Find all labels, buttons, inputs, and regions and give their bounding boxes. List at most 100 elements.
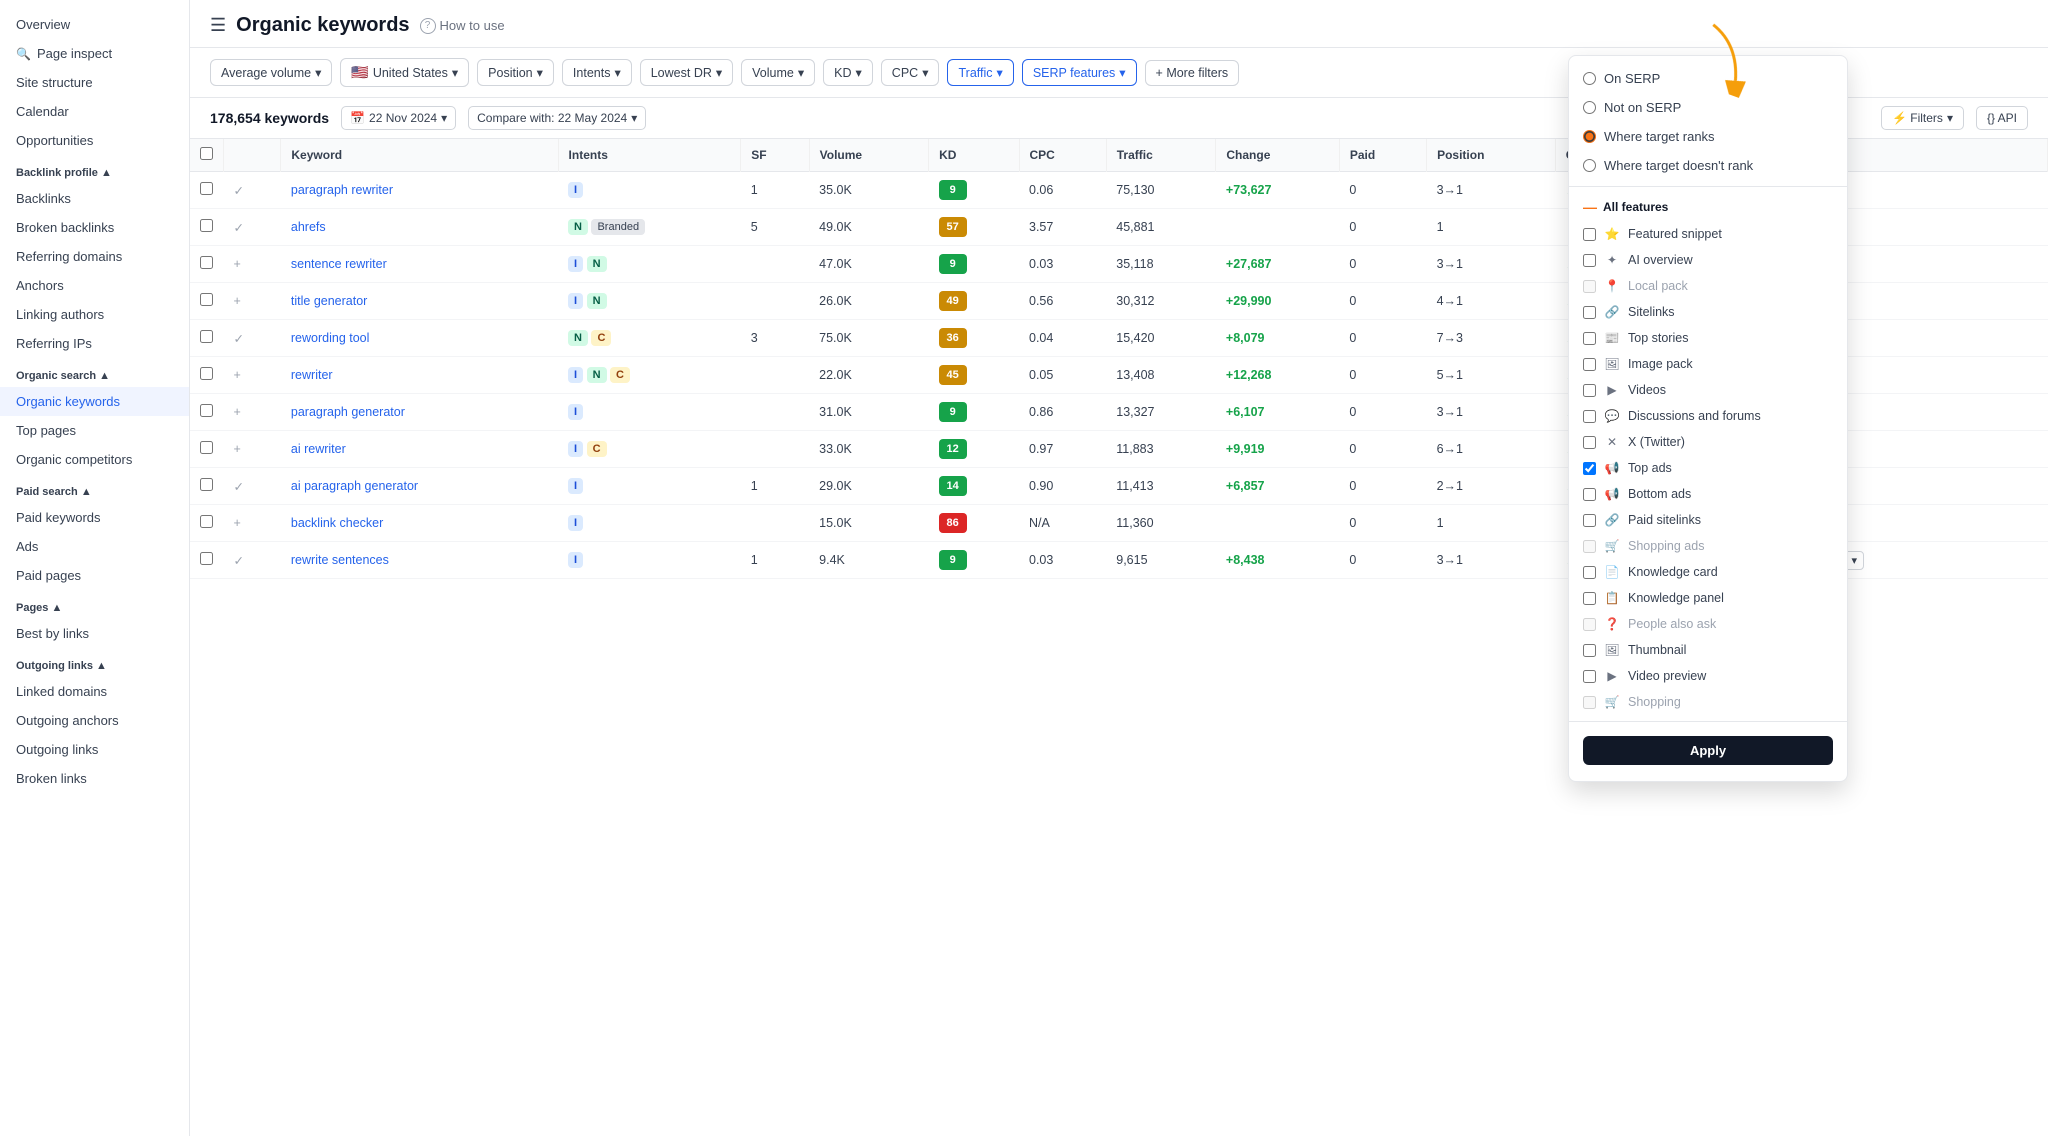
feature-checkbox[interactable] xyxy=(1583,670,1596,683)
sidebar-item-broken-backlinks[interactable]: Broken backlinks xyxy=(0,213,189,242)
row-checkbox[interactable] xyxy=(200,219,213,232)
row-checkbox[interactable] xyxy=(200,478,213,491)
column-header-checkbox[interactable] xyxy=(224,139,281,172)
sidebar-item-opportunities[interactable]: Opportunities xyxy=(0,126,189,155)
serp-features-filter[interactable]: SERP features ▾ xyxy=(1022,59,1137,86)
keyword-link[interactable]: paragraph rewriter xyxy=(291,183,393,197)
sidebar-item-referring-ips[interactable]: Referring IPs xyxy=(0,329,189,358)
feature-checkbox[interactable] xyxy=(1583,358,1596,371)
feature-item-videos[interactable]: ▶Videos xyxy=(1569,377,1847,403)
country-filter[interactable]: 🇺🇸 United States ▾ xyxy=(340,58,469,87)
keyword-link[interactable]: ai rewriter xyxy=(291,442,346,456)
sidebar-item-anchors[interactable]: Anchors xyxy=(0,271,189,300)
column-header-Volume[interactable]: Volume xyxy=(809,139,928,172)
row-checkbox[interactable] xyxy=(200,256,213,269)
column-header-Traffic[interactable]: Traffic xyxy=(1106,139,1216,172)
traffic-filter[interactable]: Traffic ▾ xyxy=(947,59,1013,86)
sidebar-item-outgoing-links-item[interactable]: Outgoing links xyxy=(0,735,189,764)
keyword-link[interactable]: title generator xyxy=(291,294,367,308)
row-checkbox[interactable] xyxy=(200,330,213,343)
more-filters-button[interactable]: + More filters xyxy=(1145,60,1240,86)
radio-option-on_serp[interactable]: On SERP xyxy=(1569,64,1847,93)
radio-input-not_on_serp[interactable] xyxy=(1583,101,1596,114)
avg-volume-filter[interactable]: Average volume ▾ xyxy=(210,59,332,86)
row-checkbox[interactable] xyxy=(200,367,213,380)
sidebar-section-paid-search[interactable]: Paid search ▲ xyxy=(0,474,189,503)
radio-option-where_target_doesnt_rank[interactable]: Where target doesn't rank xyxy=(1569,151,1847,180)
feature-item-top-ads[interactable]: 📢Top ads xyxy=(1569,455,1847,481)
radio-input-where_target_doesnt_rank[interactable] xyxy=(1583,159,1596,172)
sidebar-section-organic-search[interactable]: Organic search ▲ xyxy=(0,358,189,387)
row-checkbox[interactable] xyxy=(200,515,213,528)
position-filter[interactable]: Position ▾ xyxy=(477,59,554,86)
feature-item-discussions-and-forums[interactable]: 💬Discussions and forums xyxy=(1569,403,1847,429)
feature-checkbox[interactable] xyxy=(1583,566,1596,579)
feature-item-knowledge-card[interactable]: 📄Knowledge card xyxy=(1569,559,1847,585)
keyword-link[interactable]: paragraph generator xyxy=(291,405,405,419)
feature-item-featured-snippet[interactable]: ⭐Featured snippet xyxy=(1569,221,1847,247)
sidebar-item-page-inspect[interactable]: 🔍Page inspect xyxy=(0,39,189,68)
sidebar-section-outgoing-links[interactable]: Outgoing links ▲ xyxy=(0,648,189,677)
date-filter[interactable]: 📅 22 Nov 2024 ▾ xyxy=(341,106,456,130)
keyword-link[interactable]: ahrefs xyxy=(291,220,326,234)
feature-checkbox[interactable] xyxy=(1583,254,1596,267)
sidebar-item-backlinks[interactable]: Backlinks xyxy=(0,184,189,213)
api-button[interactable]: {} API xyxy=(1976,106,2028,130)
feature-item-thumbnail[interactable]: 🖼Thumbnail xyxy=(1569,637,1847,663)
sidebar-section-pages[interactable]: Pages ▲ xyxy=(0,590,189,619)
feature-checkbox[interactable] xyxy=(1583,436,1596,449)
sidebar-item-outgoing-anchors[interactable]: Outgoing anchors xyxy=(0,706,189,735)
feature-checkbox[interactable] xyxy=(1583,410,1596,423)
lowest-dr-filter[interactable]: Lowest DR ▾ xyxy=(640,59,733,86)
keyword-link[interactable]: rewording tool xyxy=(291,331,370,345)
column-header-KD[interactable]: KD xyxy=(929,139,1019,172)
sidebar-item-overview[interactable]: Overview xyxy=(0,10,189,39)
feature-item-top-stories[interactable]: 📰Top stories xyxy=(1569,325,1847,351)
column-header-SF[interactable]: SF xyxy=(741,139,809,172)
how-to-use-link[interactable]: ? How to use xyxy=(420,18,505,34)
sidebar-item-site-structure[interactable]: Site structure xyxy=(0,68,189,97)
feature-item-ai-overview[interactable]: ✦AI overview xyxy=(1569,247,1847,273)
cpc-filter[interactable]: CPC ▾ xyxy=(881,59,940,86)
keyword-link[interactable]: rewriter xyxy=(291,368,333,382)
row-checkbox[interactable] xyxy=(200,441,213,454)
volume-filter[interactable]: Volume ▾ xyxy=(741,59,815,86)
row-checkbox[interactable] xyxy=(200,293,213,306)
column-header-Paid[interactable]: Paid xyxy=(1339,139,1426,172)
feature-item-x-(twitter)[interactable]: ✕X (Twitter) xyxy=(1569,429,1847,455)
feature-checkbox[interactable] xyxy=(1583,644,1596,657)
feature-checkbox[interactable] xyxy=(1583,488,1596,501)
feature-checkbox[interactable] xyxy=(1583,332,1596,345)
apply-button[interactable]: Apply xyxy=(1583,736,1833,765)
sidebar-item-ads[interactable]: Ads xyxy=(0,532,189,561)
compare-filter[interactable]: Compare with: 22 May 2024 ▾ xyxy=(468,106,646,130)
sidebar-item-organic-competitors[interactable]: Organic competitors xyxy=(0,445,189,474)
sidebar-item-linking-authors[interactable]: Linking authors xyxy=(0,300,189,329)
feature-checkbox[interactable] xyxy=(1583,306,1596,319)
feature-item-knowledge-panel[interactable]: 📋Knowledge panel xyxy=(1569,585,1847,611)
filters-button[interactable]: ⚡ Filters ▾ xyxy=(1881,106,1964,130)
feature-checkbox[interactable] xyxy=(1583,592,1596,605)
radio-option-where_target_ranks[interactable]: Where target ranks xyxy=(1569,122,1847,151)
sidebar-item-paid-pages[interactable]: Paid pages xyxy=(0,561,189,590)
feature-item-bottom-ads[interactable]: 📢Bottom ads xyxy=(1569,481,1847,507)
keyword-link[interactable]: rewrite sentences xyxy=(291,553,389,567)
radio-input-on_serp[interactable] xyxy=(1583,72,1596,85)
feature-item-image-pack[interactable]: 🖼Image pack xyxy=(1569,351,1847,377)
keyword-link[interactable]: ai paragraph generator xyxy=(291,479,418,493)
radio-input-where_target_ranks[interactable] xyxy=(1583,130,1596,143)
feature-checkbox[interactable] xyxy=(1583,384,1596,397)
row-checkbox[interactable] xyxy=(200,182,213,195)
column-header-Change[interactable]: Change xyxy=(1216,139,1339,172)
feature-item-sitelinks[interactable]: 🔗Sitelinks xyxy=(1569,299,1847,325)
feature-checkbox[interactable] xyxy=(1583,228,1596,241)
sidebar-item-best-by-links[interactable]: Best by links xyxy=(0,619,189,648)
radio-option-not_on_serp[interactable]: Not on SERP xyxy=(1569,93,1847,122)
keyword-link[interactable]: sentence rewriter xyxy=(291,257,387,271)
sidebar-item-broken-links[interactable]: Broken links xyxy=(0,764,189,793)
feature-item-paid-sitelinks[interactable]: 🔗Paid sitelinks xyxy=(1569,507,1847,533)
sidebar-item-organic-keywords[interactable]: Organic keywords xyxy=(0,387,189,416)
row-checkbox[interactable] xyxy=(200,552,213,565)
column-header-Intents[interactable]: Intents xyxy=(558,139,741,172)
sidebar-section-backlink-profile[interactable]: Backlink profile ▲ xyxy=(0,155,189,184)
